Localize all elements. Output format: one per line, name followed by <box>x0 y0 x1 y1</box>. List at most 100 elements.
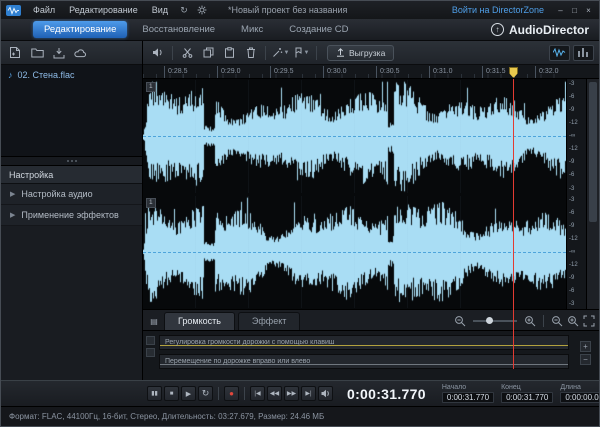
settings-panel-header: Настройка <box>1 166 142 184</box>
zoom-in-icon[interactable] <box>524 315 536 327</box>
clip-number-badge: 1 <box>146 197 156 208</box>
length-field: Длина 0:00:00.000 <box>560 384 599 403</box>
pan-strip[interactable]: Перемещение по дорожке вправо или влево <box>159 354 569 369</box>
rewind-button[interactable]: ◀◀ <box>267 386 282 401</box>
play-button[interactable]: ▶ <box>181 386 196 401</box>
zoom-out-icon[interactable] <box>454 315 466 327</box>
left-panel-filler <box>1 226 142 380</box>
waveform-display[interactable]: 1 1 <box>143 79 566 309</box>
transport-divider <box>218 387 219 400</box>
clip-number-badge: 1 <box>146 82 156 92</box>
section-apply-effects[interactable]: ▶ Применение эффектов <box>1 205 142 226</box>
volume-keyframe-tool-icon[interactable] <box>146 336 155 345</box>
length-value[interactable]: 0:00:00.000 <box>560 392 599 403</box>
scrollbar-thumb[interactable] <box>589 82 597 222</box>
strip-minus-button[interactable]: − <box>580 354 591 365</box>
cloud-directorzone-icon[interactable] <box>72 44 90 62</box>
left-panel: ♪ 02. Стена.flac Настройка ▶ Настройка а… <box>1 41 143 380</box>
maximize-button[interactable]: □ <box>568 4 581 16</box>
vertical-zoom-out-icon[interactable] <box>551 315 563 327</box>
tab-edit[interactable]: Редактирование <box>33 21 128 38</box>
menu-view[interactable]: Вид <box>146 4 174 16</box>
zoom-slider-thumb[interactable] <box>486 317 494 324</box>
waveform-channel-left[interactable]: 1 <box>143 80 566 193</box>
time-tick: 0:29.5 <box>270 66 293 78</box>
zoom-slider[interactable] <box>473 317 517 324</box>
loop-button[interactable]: ↻ <box>198 386 213 401</box>
strip-plus-button[interactable]: + <box>580 341 591 352</box>
monitor-volume-icon[interactable] <box>148 44 167 62</box>
vertical-zoom-in-icon[interactable] <box>567 315 579 327</box>
waveform-channel-right[interactable]: 1 <box>143 195 566 308</box>
toolbar-divider <box>316 45 317 60</box>
brand-name: AudioDirector <box>508 22 589 37</box>
strip-tools <box>145 335 156 380</box>
upload-label: Выгрузка <box>349 47 386 58</box>
app-logo-icon <box>5 4 21 16</box>
db-scale-left-channel: -3 -6 -9 -12 -∞ -12 -9 -6 -3 <box>569 81 578 192</box>
window-controls: – □ × <box>554 4 595 16</box>
import-folder-icon[interactable] <box>28 44 46 62</box>
magic-wand-dropdown[interactable]: ▼ <box>271 44 290 62</box>
tab-effect[interactable]: Эффект <box>237 312 301 330</box>
copy-icon[interactable] <box>199 44 218 62</box>
waveform-view-toggle[interactable] <box>549 44 570 61</box>
menu-file[interactable]: Файл <box>27 4 61 16</box>
section-label: Настройка аудио <box>21 189 93 199</box>
refresh-icon[interactable]: ↻ <box>177 3 191 17</box>
speaker-icon[interactable] <box>318 386 333 401</box>
timeline-ruler[interactable]: 0:28.5 0:29.0 0:29.5 0:30.0 0:30.5 0:31.… <box>143 65 599 79</box>
import-file-icon[interactable] <box>6 44 24 62</box>
minimize-button[interactable]: – <box>554 4 567 16</box>
record-button[interactable]: ● <box>224 386 239 401</box>
end-value[interactable]: 0:00:31.770 <box>501 392 554 403</box>
panel-menu-icon[interactable]: ▤ <box>147 314 161 328</box>
menu-edit[interactable]: Редактирование <box>63 4 144 16</box>
upload-button[interactable]: Выгрузка <box>327 44 395 61</box>
time-tick: 0:29.0 <box>217 66 240 78</box>
section-label: Применение эффектов <box>21 210 119 220</box>
forward-button[interactable]: ▶▶ <box>284 386 299 401</box>
spectral-view-toggle[interactable] <box>573 44 594 61</box>
file-format-info: Формат: FLAC, 44100Гц, 16-бит, Стерео, Д… <box>9 412 325 421</box>
waveform-zone: 1 1 -3 -6 -9 -12 -∞ -12 -9 -6 -3 -3 -6 -9 -12 -∞ -12-… <box>143 79 599 310</box>
cut-icon[interactable] <box>178 44 197 62</box>
go-to-end-button[interactable]: ▶| <box>301 386 316 401</box>
tab-create-cd[interactable]: Создание CD <box>278 21 359 38</box>
stop-button[interactable]: ■ <box>164 386 179 401</box>
vertical-scrollbar[interactable] <box>586 79 599 309</box>
pan-tool-icon[interactable] <box>146 348 155 357</box>
go-to-start-button[interactable]: |◀ <box>250 386 265 401</box>
marker-dropdown[interactable]: ▼ <box>292 44 311 62</box>
download-sound-clip-icon[interactable] <box>50 44 68 62</box>
current-time-display: 0:00:31.770 <box>347 385 426 402</box>
fit-to-window-icon[interactable] <box>583 315 595 327</box>
end-field: Конец 0:00:31.770 <box>501 384 554 403</box>
paste-icon[interactable] <box>220 44 239 62</box>
tab-restore[interactable]: Восстановление <box>131 21 226 38</box>
music-note-icon: ♪ <box>8 70 13 80</box>
selection-fields: Начало 0:00:31.770 Конец 0:00:31.770 Дли… <box>441 384 599 403</box>
settings-gear-icon[interactable] <box>195 3 209 17</box>
tab-volume[interactable]: Громкость <box>164 312 235 330</box>
pan-strip-label: Перемещение по дорожке вправо или влево <box>165 358 311 365</box>
main-area: ♪ 02. Стена.flac Настройка ▶ Настройка а… <box>1 41 599 380</box>
directorzone-signin-link[interactable]: Войти на DirectorZone <box>452 5 544 15</box>
close-button[interactable]: × <box>582 4 595 16</box>
pause-button[interactable]: ▮▮ <box>147 386 162 401</box>
volume-strip[interactable]: Регулировка громкости дорожки с помощью … <box>159 335 569 350</box>
list-item-audio-file[interactable]: ♪ 02. Стена.flac <box>1 68 142 82</box>
time-tick: 0:32.0 <box>535 66 558 78</box>
db-scale-right-channel: -3 -6 -9 -12 -∞ -12 -9 -6 -3 <box>569 196 578 308</box>
start-field: Начало 0:00:31.770 <box>441 384 495 403</box>
panel-splitter[interactable] <box>1 157 142 166</box>
delete-icon[interactable] <box>241 44 260 62</box>
library-toolbar <box>1 41 142 65</box>
tab-mix[interactable]: Микс <box>230 21 274 38</box>
section-audio-settings[interactable]: ▶ Настройка аудио <box>1 184 142 205</box>
view-toggles <box>549 44 594 61</box>
start-value[interactable]: 0:00:31.770 <box>441 392 495 403</box>
edit-toolbar: ▼ ▼ Выгрузка <box>143 41 599 65</box>
keyframe-strips: Регулировка громкости дорожки с помощью … <box>143 331 599 380</box>
titlebar: Файл Редактирование Вид ↻ *Новый проект … <box>1 1 599 19</box>
